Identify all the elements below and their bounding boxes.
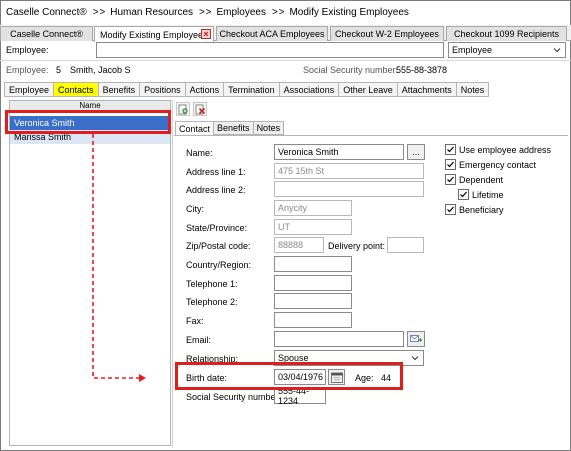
annotation-arrow — [92, 134, 146, 382]
